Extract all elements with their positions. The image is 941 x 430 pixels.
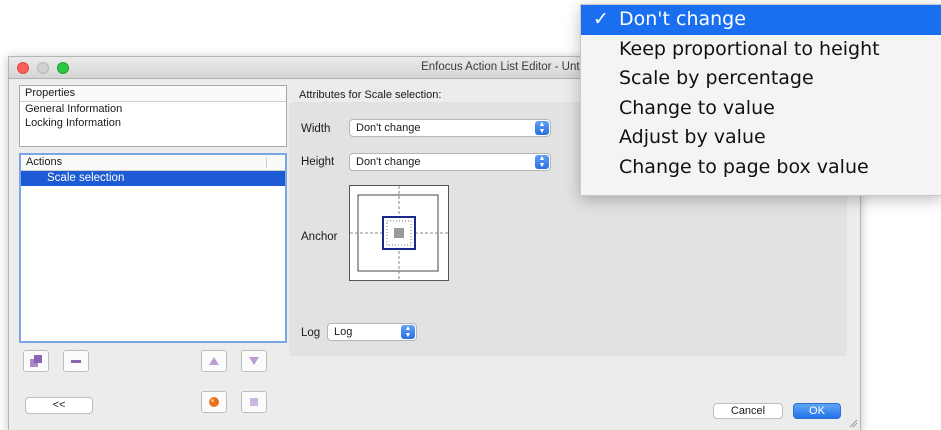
properties-header: Properties: [20, 86, 286, 102]
properties-item-locking[interactable]: Locking Information: [20, 116, 286, 130]
actions-list: Actions Scale selection: [19, 153, 287, 343]
arrow-down-icon: [249, 357, 259, 365]
actions-header-label: Actions: [26, 156, 63, 168]
attributes-title: Attributes for Scale selection:: [299, 89, 442, 101]
minus-icon: [71, 360, 81, 363]
menu-item-label: Change to page box value: [619, 155, 869, 178]
menu-item-adjust-by-value[interactable]: Adjust by value: [581, 123, 941, 153]
log-select-value: Log: [334, 326, 353, 338]
add-action-button[interactable]: [23, 350, 49, 372]
log-label: Log: [301, 327, 321, 339]
move-down-button[interactable]: [241, 350, 267, 372]
menu-item-label: Change to value: [619, 96, 775, 119]
menu-item-label: Don't change: [619, 8, 746, 30]
properties-list: Properties General Information Locking I…: [19, 85, 287, 147]
menu-item-label: Adjust by value: [619, 126, 766, 148]
popup-arrows-icon: ▲ ▼: [535, 155, 549, 169]
height-select-value: Don't change: [356, 156, 421, 168]
add-action-icon: [30, 355, 42, 367]
anchor-diagram: [350, 186, 448, 280]
stop-button[interactable]: [241, 391, 267, 413]
ok-button[interactable]: OK: [793, 403, 841, 419]
log-select[interactable]: Log ▲ ▼: [327, 323, 417, 341]
menu-item-change-to-value[interactable]: Change to value: [581, 94, 941, 124]
menu-item-label: Keep proportional to height: [619, 37, 880, 60]
back-button[interactable]: <<: [25, 397, 93, 414]
cancel-button[interactable]: Cancel: [713, 403, 783, 419]
arrow-up-icon: [209, 357, 219, 365]
checkmark-icon: ✓: [593, 8, 609, 30]
anchor-picker[interactable]: [349, 185, 449, 281]
popup-arrows-icon: ▲ ▼: [535, 121, 549, 135]
action-item-scale-selection[interactable]: Scale selection: [21, 171, 285, 186]
menu-item-change-to-page-box-value[interactable]: Change to page box value: [581, 153, 941, 183]
resize-grip-icon[interactable]: [848, 418, 858, 428]
anchor-label: Anchor: [301, 231, 338, 243]
column-divider: [266, 157, 267, 168]
width-label: Width: [301, 123, 331, 135]
width-select-value: Don't change: [356, 122, 421, 134]
move-up-button[interactable]: [201, 350, 227, 372]
height-select[interactable]: Don't change ▲ ▼: [349, 153, 551, 171]
actions-header: Actions: [21, 155, 285, 171]
menu-item-dont-change[interactable]: ✓ Don't change: [581, 5, 941, 35]
orange-ball-icon: [209, 397, 219, 407]
stop-icon: [250, 398, 258, 406]
run-button[interactable]: [201, 391, 227, 413]
properties-item-general[interactable]: General Information: [20, 102, 286, 116]
menu-item-keep-proportional[interactable]: Keep proportional to height: [581, 35, 941, 65]
scale-options-menu: ✓ Don't change Keep proportional to heig…: [580, 4, 941, 196]
remove-action-button[interactable]: [63, 350, 89, 372]
height-label: Height: [301, 156, 335, 168]
menu-item-label: Scale by percentage: [619, 67, 814, 89]
width-select[interactable]: Don't change ▲ ▼: [349, 119, 551, 137]
popup-arrows-icon: ▲ ▼: [401, 325, 415, 339]
menu-item-scale-by-percentage[interactable]: Scale by percentage: [581, 64, 941, 94]
